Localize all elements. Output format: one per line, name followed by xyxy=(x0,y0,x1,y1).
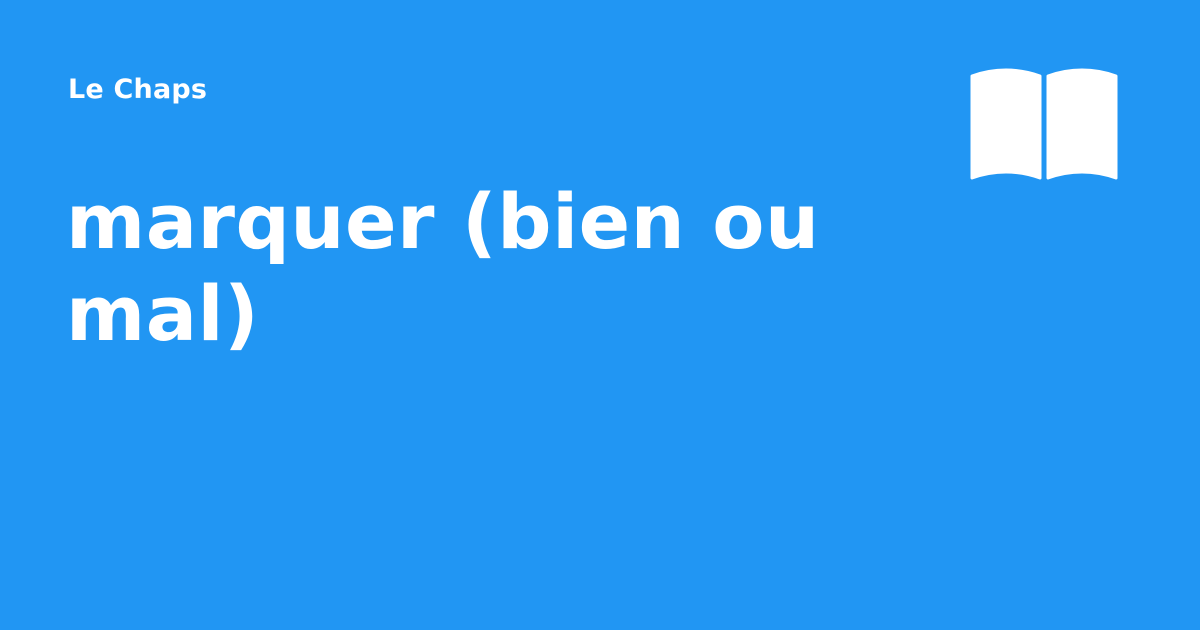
page-title: marquer (bien ou mal) xyxy=(66,177,820,358)
social-card: Le Chaps marquer (bien ou mal) xyxy=(0,0,1200,630)
site-name: Le Chaps xyxy=(68,74,208,105)
open-book-icon xyxy=(970,68,1118,180)
